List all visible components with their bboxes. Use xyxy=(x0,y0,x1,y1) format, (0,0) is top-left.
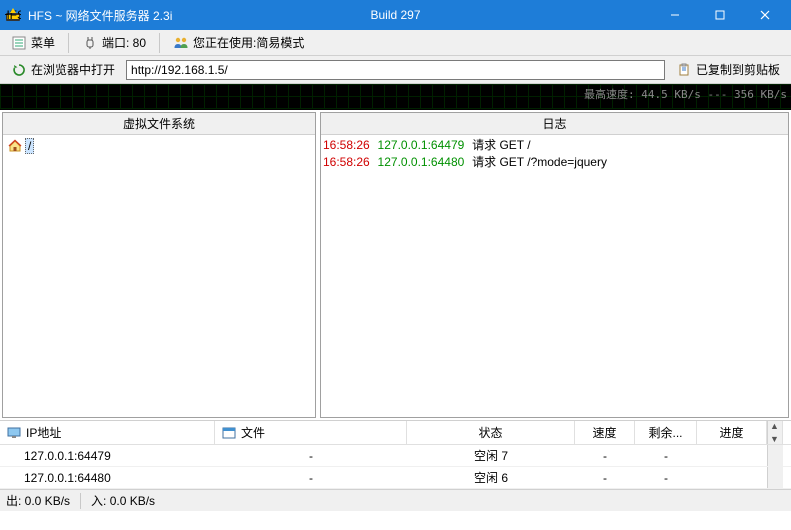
col-header-speed[interactable]: 速度 xyxy=(575,421,635,444)
clipboard-icon xyxy=(676,62,692,78)
minimize-button[interactable] xyxy=(652,0,697,30)
toolbar-separator xyxy=(159,33,160,53)
connections-header: IP地址 文件 状态 速度 剩余... 进度 ▲ ▼ xyxy=(0,421,791,445)
scroll-up-icon: ▲ xyxy=(770,421,779,431)
log-line: 16:58:26 127.0.0.1:64479 请求 GET / xyxy=(323,137,786,154)
titlebar: HFS HFS ~ 网络文件服务器 2.3i Build 297 xyxy=(0,0,791,30)
vfs-pane: 虚拟文件系统 / xyxy=(2,112,316,418)
col-header-ip[interactable]: IP地址 xyxy=(0,421,215,444)
copy-label: 已复制到剪贴板 xyxy=(696,61,780,78)
log-header: 日志 xyxy=(321,113,788,135)
bandwidth-graph: 最高速度: 44.5 KB/s --- 356 KB/s xyxy=(0,84,791,110)
build-label: Build 297 xyxy=(370,8,420,22)
refresh-icon xyxy=(11,62,27,78)
statusbar: 出: 0.0 KB/s 入: 0.0 KB/s xyxy=(0,489,791,511)
vfs-header: 虚拟文件系统 xyxy=(3,113,315,135)
vfs-root-label: / xyxy=(25,138,34,154)
graph-speed-text: 最高速度: 44.5 KB/s --- 356 KB/s xyxy=(584,86,787,102)
menu-button[interactable]: 菜单 xyxy=(4,31,62,54)
port-label: 端口: 80 xyxy=(102,34,146,51)
toolbar-separator xyxy=(68,33,69,53)
open-browser-button[interactable]: 在浏览器中打开 xyxy=(4,58,122,81)
mode-button[interactable]: 您正在使用:简易模式 xyxy=(166,31,311,54)
col-header-status[interactable]: 状态 xyxy=(407,421,575,444)
users-icon xyxy=(173,35,189,51)
mode-label: 您正在使用:简易模式 xyxy=(193,34,304,51)
menu-label: 菜单 xyxy=(31,34,55,51)
col-header-file[interactable]: 文件 xyxy=(215,421,407,444)
connections-panel: IP地址 文件 状态 速度 剩余... 进度 ▲ ▼ 127.0.0.1:644… xyxy=(0,420,791,489)
table-row[interactable]: 127.0.0.1:64480-空闲 6-- xyxy=(0,467,791,489)
log-body[interactable]: 16:58:26 127.0.0.1:64479 请求 GET /16:58:2… xyxy=(321,135,788,417)
log-pane: 日志 16:58:26 127.0.0.1:64479 请求 GET /16:5… xyxy=(320,112,789,418)
url-input[interactable] xyxy=(126,60,665,80)
col-header-progress[interactable]: 进度 xyxy=(697,421,767,444)
status-out: 出: 0.0 KB/s xyxy=(6,492,70,509)
vertical-scrollbar[interactable]: ▲ ▼ xyxy=(767,421,783,444)
status-separator xyxy=(80,493,81,509)
connections-rows: 127.0.0.1:64479-空闲 7--127.0.0.1:64480-空闲… xyxy=(0,445,791,489)
window-controls xyxy=(652,0,787,30)
toolbar-main: 菜单 端口: 80 您正在使用:简易模式 xyxy=(0,30,791,56)
monitor-icon xyxy=(6,425,22,441)
log-line: 16:58:26 127.0.0.1:64480 请求 GET /?mode=j… xyxy=(323,154,786,171)
menu-icon xyxy=(11,35,27,51)
vfs-body[interactable]: / xyxy=(3,135,315,417)
window-icon xyxy=(221,425,237,441)
col-header-remain[interactable]: 剩余... xyxy=(635,421,697,444)
open-browser-label: 在浏览器中打开 xyxy=(31,61,115,78)
home-icon xyxy=(7,138,23,154)
table-row[interactable]: 127.0.0.1:64479-空闲 7-- xyxy=(0,445,791,467)
app-icon: HFS xyxy=(4,6,22,24)
plug-icon xyxy=(82,35,98,51)
maximize-button[interactable] xyxy=(697,0,742,30)
scroll-down-icon: ▼ xyxy=(770,434,779,444)
window-title: HFS ~ 网络文件服务器 2.3i xyxy=(28,7,172,24)
vfs-root-item[interactable]: / xyxy=(5,137,313,155)
copy-clipboard-button[interactable]: 已复制到剪贴板 xyxy=(669,58,787,81)
close-button[interactable] xyxy=(742,0,787,30)
status-in: 入: 0.0 KB/s xyxy=(91,492,155,509)
port-button[interactable]: 端口: 80 xyxy=(75,31,153,54)
main-area: 虚拟文件系统 / 日志 16:58:26 127.0.0.1:64479 请求 … xyxy=(0,110,791,420)
toolbar-url: 在浏览器中打开 已复制到剪贴板 xyxy=(0,56,791,84)
